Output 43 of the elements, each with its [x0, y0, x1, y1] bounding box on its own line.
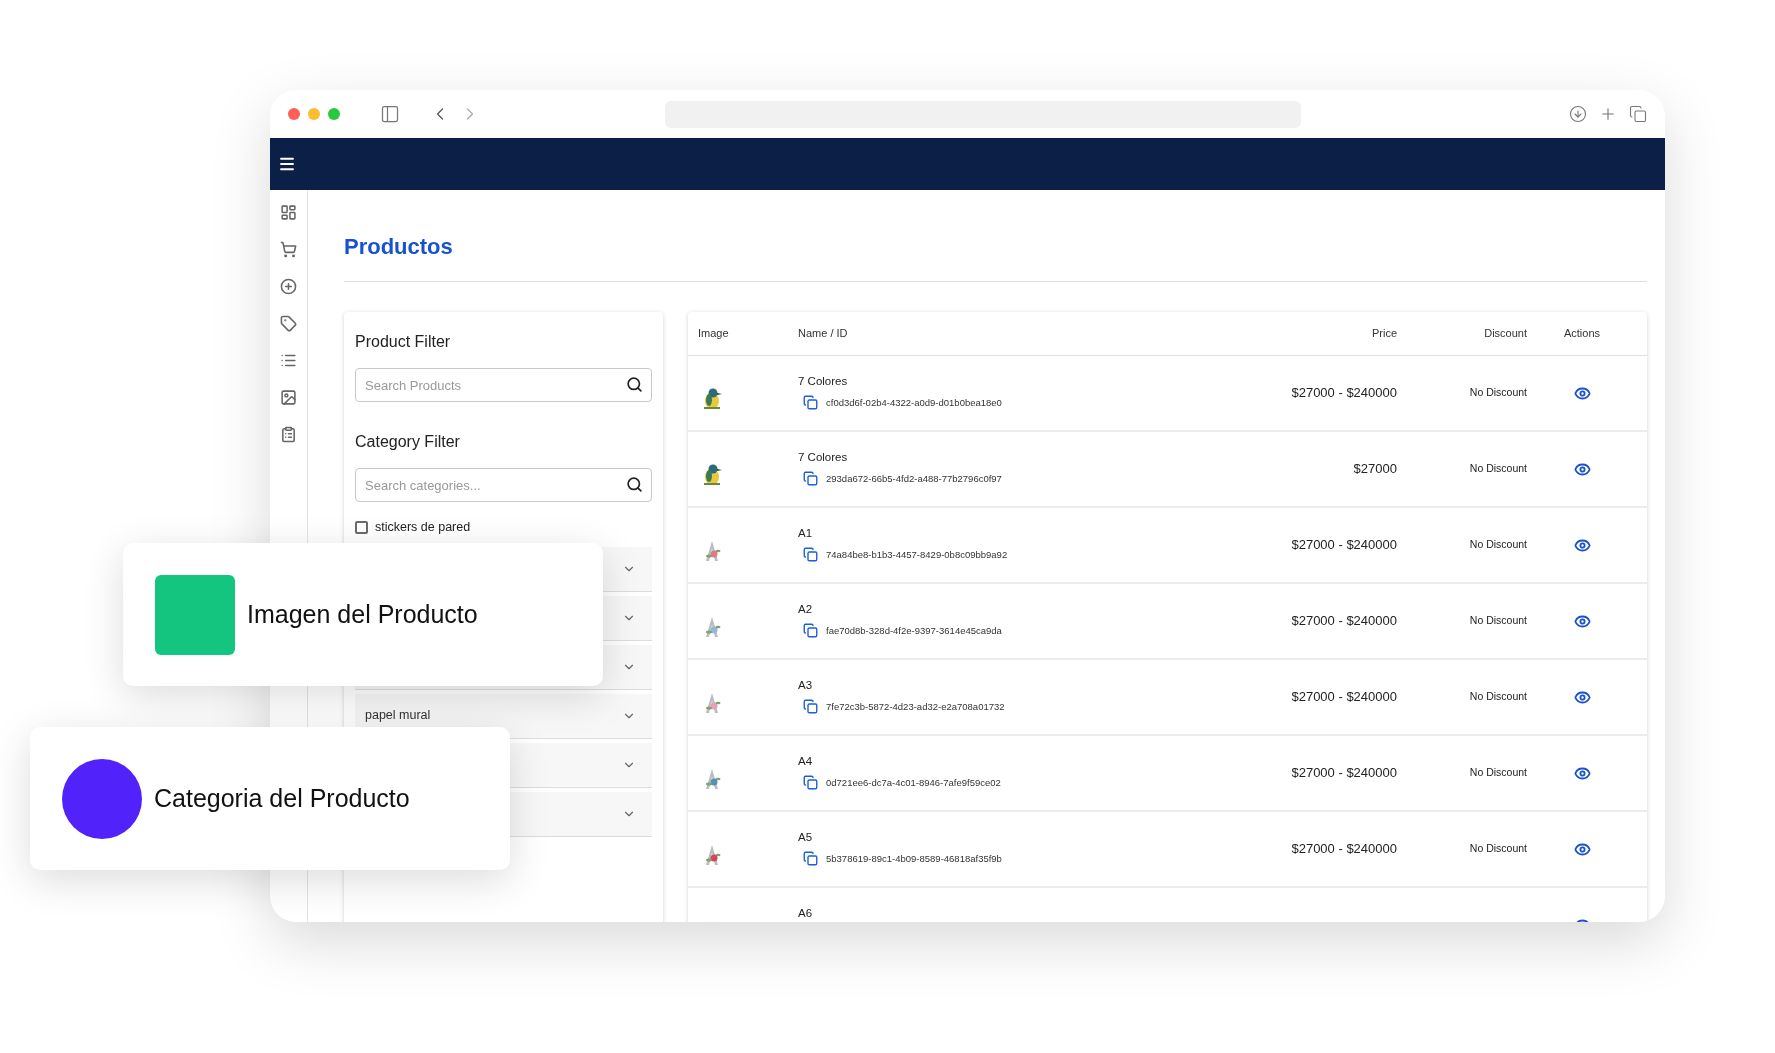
product-id: fae70d8b-328d-4f2e-9397-3614e45ca9da [826, 623, 1002, 638]
search-field[interactable]: Search categories... [355, 468, 652, 502]
column-header: Price [1370, 326, 1397, 342]
product-name: A1 [798, 526, 814, 541]
search-field[interactable]: Search Products [355, 368, 652, 402]
discount-cell-text: No Discount [1468, 537, 1527, 553]
product-name: A3 [798, 678, 814, 693]
price-cell-text: $27000 - $240000 [1290, 536, 1397, 555]
discount-cell-text: No Discount [1468, 689, 1527, 705]
discount-cell-text: No Discount [1468, 765, 1527, 781]
callout-label: Imagen del Producto [247, 598, 478, 630]
category-label: stickers de pared [375, 519, 471, 536]
discount-cell-text: No Discount [1468, 461, 1527, 477]
product-name: A5 [798, 830, 814, 845]
column-header: Discount [1483, 326, 1527, 342]
price-cell-text: $27000 - $240000 [1290, 688, 1397, 707]
product-name: A2 [798, 602, 814, 617]
column-header: Actions [1562, 326, 1602, 342]
page-title: Productos [344, 233, 454, 261]
callout-label: Categoria del Producto [154, 782, 410, 814]
product-id: 5b378619-89c1-4b09-8589-46818af35f9b [826, 851, 1002, 866]
product-id: 7fe72c3b-5872-4d23-ad32-e2a708a01732 [826, 699, 1005, 714]
product-name: A6 [798, 906, 814, 921]
discount-cell-text: No Discount [1468, 841, 1527, 857]
group-label: papel mural [365, 707, 431, 725]
column-header: Image [698, 326, 730, 342]
price-cell-text: $27000 - $240000 [1290, 840, 1397, 859]
product-name: A4 [798, 754, 814, 769]
price-cell-text: $27000 - $240000 [1290, 612, 1397, 631]
price-cell-text: $27000 - $240000 [1290, 384, 1397, 403]
price-cell-text: $27000 [1352, 460, 1397, 479]
filter-title: Product Filter [355, 332, 452, 352]
column-header: Name / ID [798, 326, 849, 342]
filter-title: Category Filter [355, 432, 461, 452]
product-name: 7 Colores [798, 450, 849, 465]
product-id: cf0d3d6f-02b4-4322-a0d9-d01b0bea18e0 [826, 395, 1002, 410]
product-name: 7 Colores [798, 374, 849, 389]
product-id: 293da672-66b5-4fd2-a488-77b2796c0f97 [826, 471, 1002, 486]
price-cell-text: $27000 - $240000 [1290, 764, 1397, 783]
discount-cell-text: No Discount [1468, 385, 1527, 401]
product-id: 0d721ee6-dc7a-4c01-8946-7afe9f59ce02 [826, 775, 1001, 790]
discount-cell-text: No Discount [1468, 613, 1527, 629]
product-id: 74a84be8-b1b3-4457-8429-0b8c09bb9a92 [826, 547, 1008, 562]
